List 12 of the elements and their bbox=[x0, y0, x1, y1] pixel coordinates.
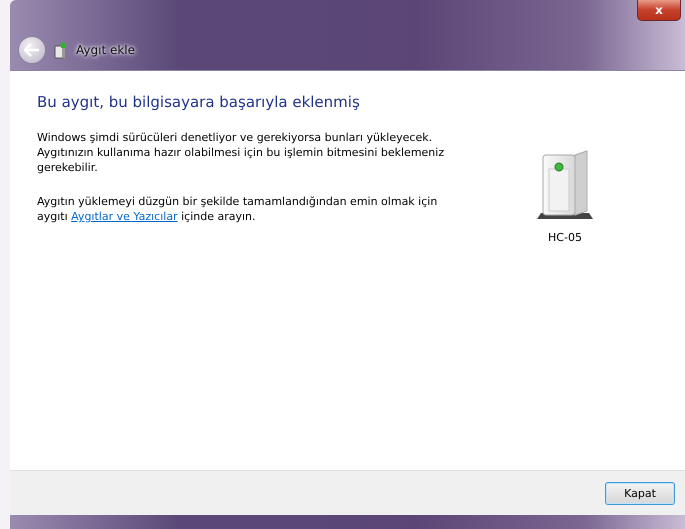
back-arrow-icon bbox=[24, 43, 40, 57]
device-name: HC-05 bbox=[548, 231, 582, 244]
devices-link[interactable]: Aygıtlar ve Yazıcılar bbox=[71, 210, 178, 223]
paragraph: Windows şimdi sürücüleri denetliyor ve gerekiyorsa bunları yükleyecek. Aygıtınızın kullanıma hazır olabilmesi için bu işlemin bitmesini beklemeniz gerekebilir. bbox=[37, 130, 446, 175]
paragraph: Aygıtın yüklemeyi düzgün bir şekilde tamamlandığından emin olmak için aygıtı Aygıtlar ve Yazıcılar içinde arayın. bbox=[37, 194, 438, 224]
window-title: Aygıt ekle bbox=[76, 43, 136, 57]
device-tower-icon bbox=[537, 149, 593, 221]
heading: Bu aygıt, bu bilgisayara başarıyla eklenmiş bbox=[37, 93, 361, 111]
close-button[interactable]: x bbox=[637, 0, 681, 21]
close-dialog-button[interactable]: Kapat bbox=[605, 482, 675, 504]
back-button[interactable] bbox=[18, 36, 46, 64]
device-icon bbox=[54, 42, 68, 58]
